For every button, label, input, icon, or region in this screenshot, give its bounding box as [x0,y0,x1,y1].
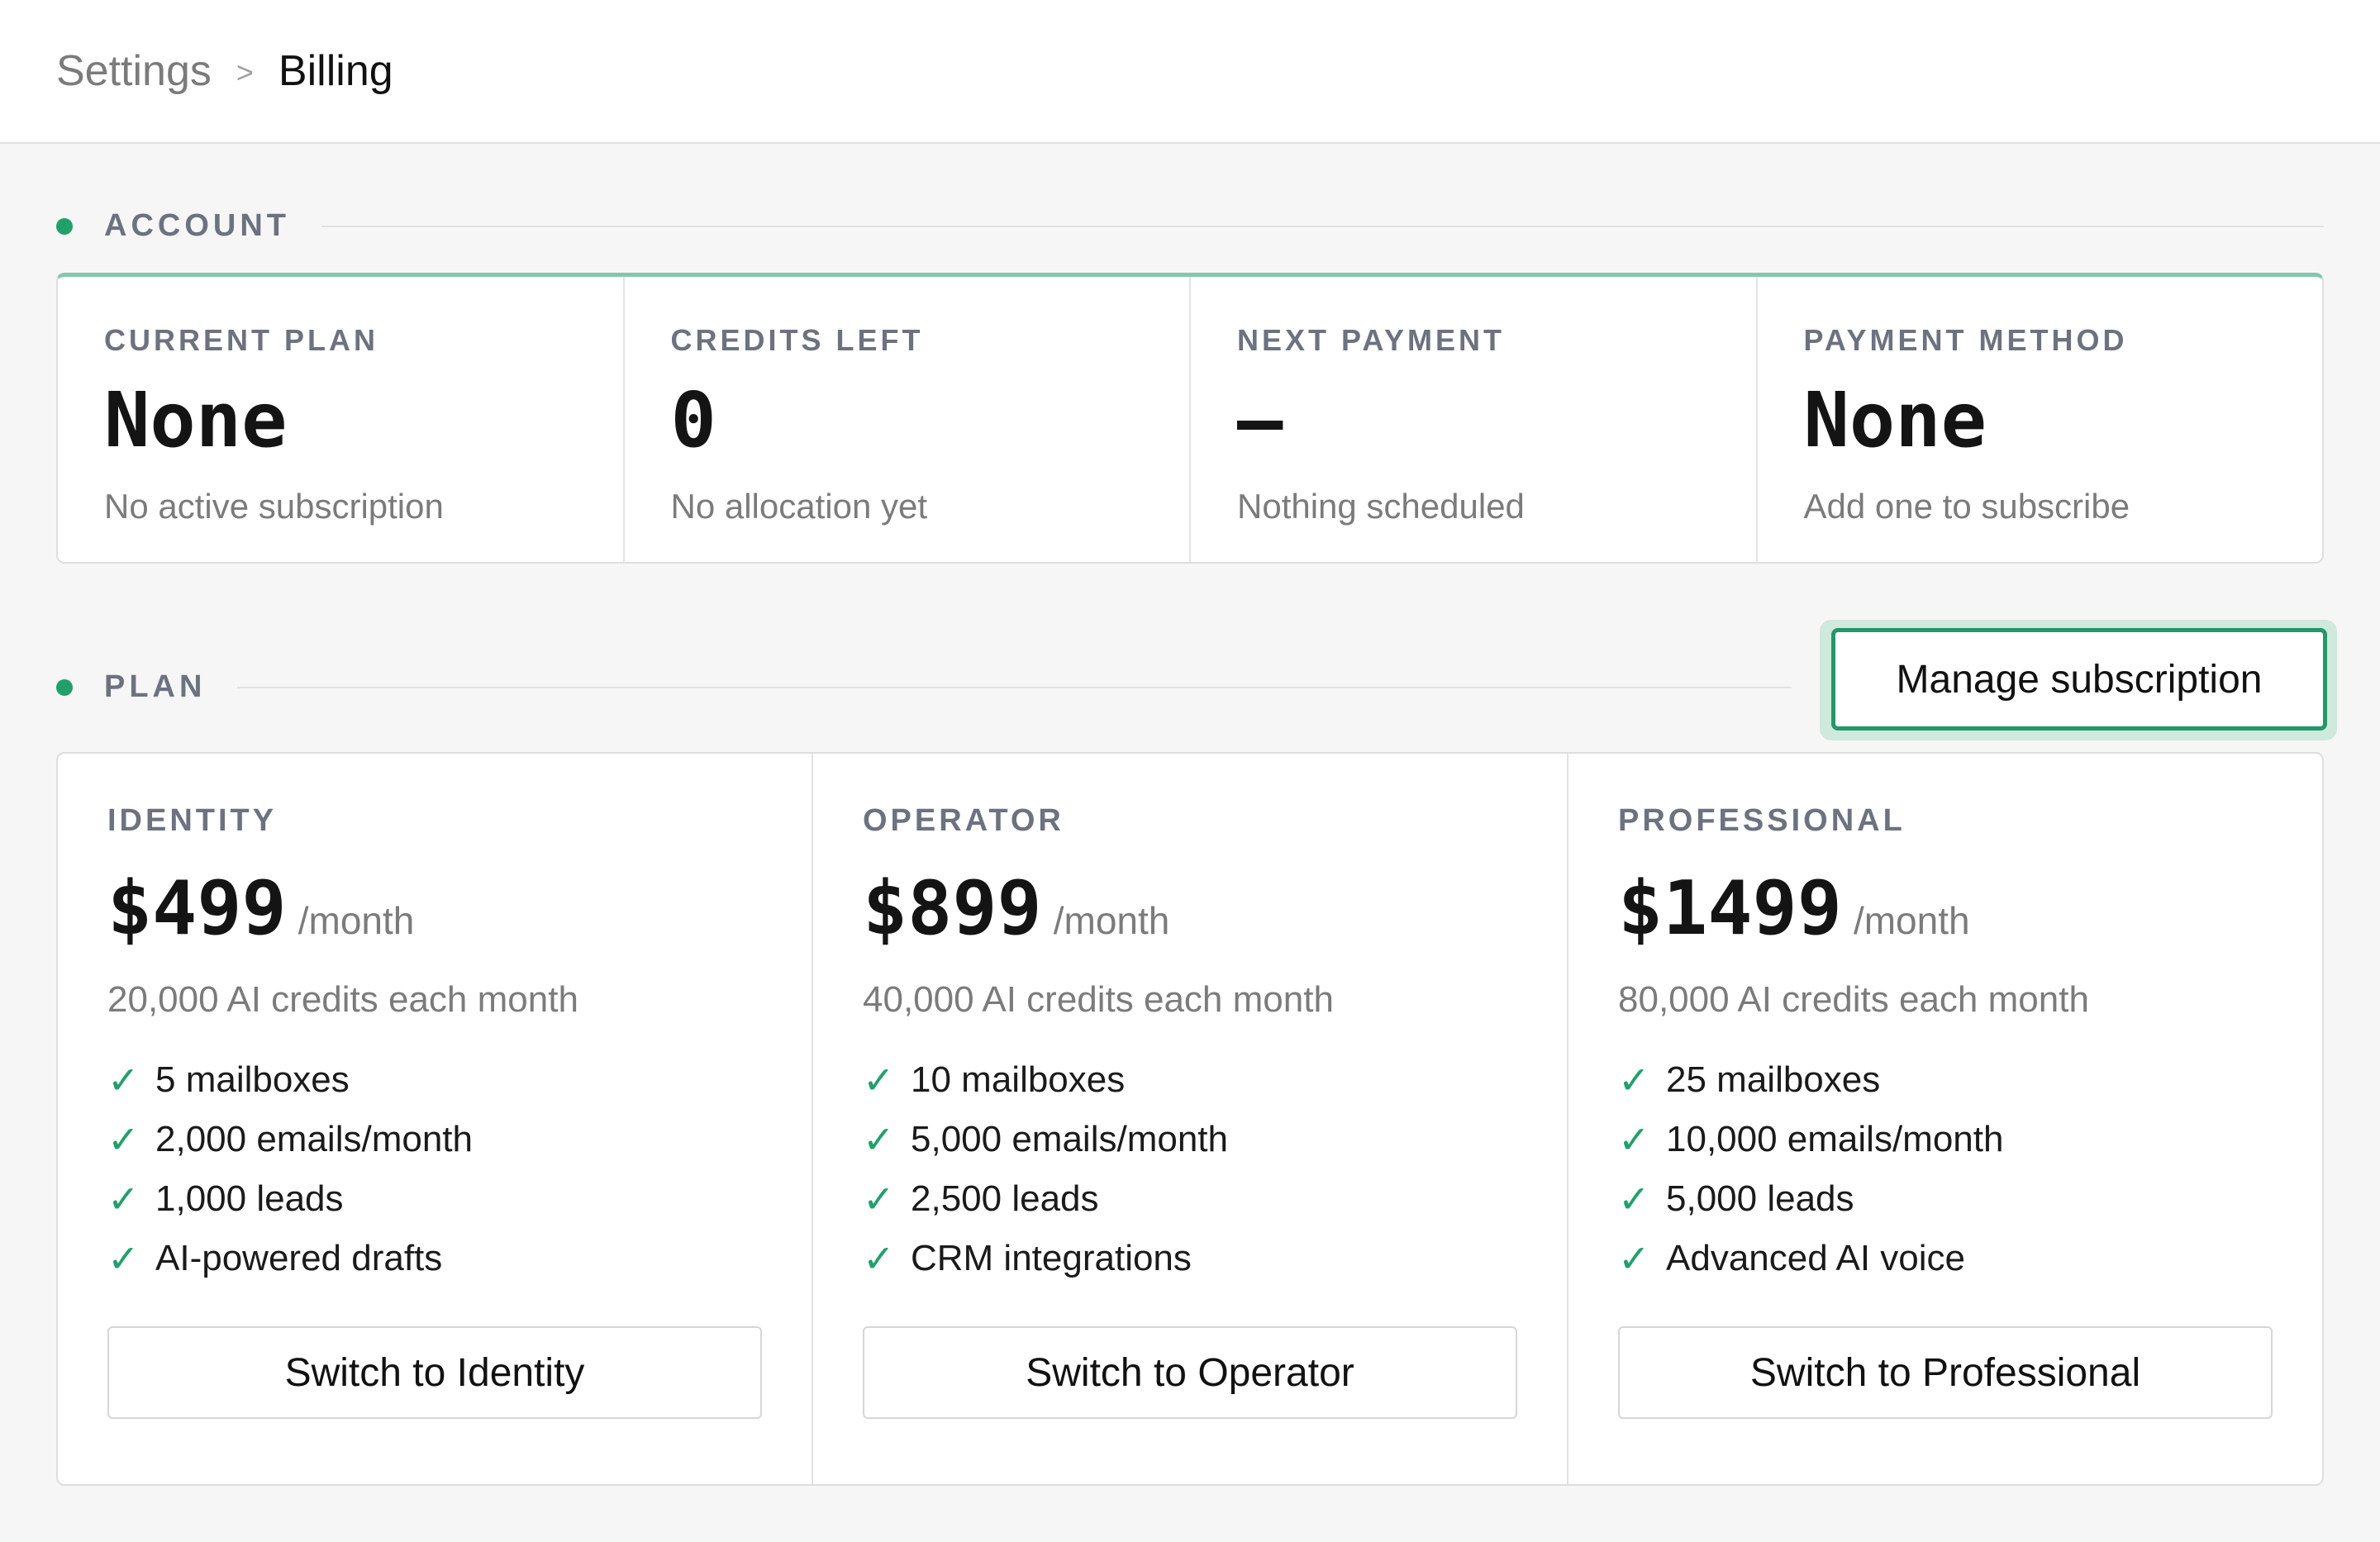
stat-value: 0 [670,376,716,464]
feature-item: ✓ 10 mailboxes [863,1050,1517,1110]
plan-period: /month [1853,899,1970,942]
feature-item: ✓ Advanced AI voice [1618,1229,2273,1288]
check-icon: ✓ [107,1237,140,1280]
stat-credits-left: CREDITS LEFT 0 No allocation yet [625,277,1191,562]
stat-value: None [104,376,288,464]
plans-card: IDENTITY $499 /month 20,000 AI credits e… [56,752,2324,1486]
stat-subtext: Add one to subscribe [1803,487,2130,526]
check-icon: ✓ [1618,1178,1650,1221]
stat-subtext: No allocation yet [670,487,928,526]
plan-section-header: PLAN [56,669,1792,705]
price-row: $899 /month [863,872,1517,946]
check-icon: ✓ [1618,1059,1650,1102]
manage-subscription-focus-ring: Manage subscription [1820,620,2337,740]
plan-credits: 40,000 AI credits each month [863,979,1334,1020]
feature-text: 5 mailboxes [155,1059,350,1100]
plan-section-label: PLAN [104,669,207,704]
switch-to-identity-button[interactable]: Switch to Identity [107,1326,762,1419]
feature-item: ✓ 2,000 emails/month [107,1110,762,1169]
feature-item: ✓ 5,000 emails/month [863,1110,1517,1169]
switch-to-operator-button[interactable]: Switch to Operator [863,1326,1517,1419]
feature-item: ✓ 5,000 leads [1618,1169,2273,1229]
feature-item: ✓ 2,500 leads [863,1169,1517,1229]
stat-next-payment: NEXT PAYMENT — Nothing scheduled [1191,277,1758,562]
stat-label: CREDITS LEFT [670,323,924,357]
feature-item: ✓ 1,000 leads [107,1169,762,1229]
plan-name: PROFESSIONAL [1618,803,1906,838]
plan-professional: PROFESSIONAL $1499 /month 80,000 AI cred… [1568,754,2322,1484]
stat-subtext: Nothing scheduled [1237,487,1525,526]
feature-text: 25 mailboxes [1666,1059,1881,1100]
check-icon: ✓ [1618,1237,1650,1280]
plan-name: IDENTITY [107,803,278,838]
stat-value: None [1803,376,1987,464]
plan-price: $1499 [1618,865,1842,952]
section-divider [321,225,2324,227]
breadcrumb-separator: > [236,55,254,89]
feature-item: ✓ CRM integrations [863,1229,1517,1288]
stat-label: NEXT PAYMENT [1237,323,1506,357]
feature-list: ✓ 5 mailboxes ✓ 2,000 emails/month ✓ 1,000 … [107,1050,762,1288]
check-icon: ✓ [863,1118,895,1161]
feature-list: ✓ 25 mailboxes ✓ 10,000 emails/month ✓ 5,00… [1618,1050,2273,1288]
breadcrumb-settings-link[interactable]: Settings [56,46,212,96]
plan-credits: 80,000 AI credits each month [1618,979,2089,1020]
stat-value: — [1237,376,1283,464]
page-title: Billing [278,47,393,95]
check-icon: ✓ [863,1178,895,1221]
manage-subscription-button[interactable]: Manage subscription [1831,628,2327,731]
feature-list: ✓ 10 mailboxes ✓ 5,000 emails/month ✓ 2,500… [863,1050,1517,1288]
check-icon: ✓ [107,1118,140,1161]
stat-subtext: No active subscription [104,487,444,526]
plan-price: $499 [107,865,287,952]
feature-text: 10 mailboxes [911,1059,1126,1100]
check-icon: ✓ [863,1059,895,1102]
plan-price: $899 [863,865,1042,952]
breadcrumb: Settings > Billing [0,0,2380,144]
check-icon: ✓ [1618,1118,1650,1161]
price-row: $499 /month [107,872,762,946]
stat-label: PAYMENT METHOD [1803,323,2128,357]
plan-credits: 20,000 AI credits each month [107,979,578,1020]
stat-payment-method: PAYMENT METHOD None Add one to subscribe [1758,277,2323,562]
plan-period: /month [1053,899,1170,942]
account-summary-card: CURRENT PLAN None No active subscription… [56,273,2324,564]
feature-text: 10,000 emails/month [1666,1119,2004,1159]
section-divider [237,686,1792,688]
feature-item: ✓ AI-powered drafts [107,1229,762,1288]
stat-label: CURRENT PLAN [104,323,378,357]
section-dot-icon [56,217,73,235]
plan-operator: OPERATOR $899 /month 40,000 AI credits e… [813,754,1568,1484]
feature-text: 2,000 emails/month [155,1119,473,1159]
feature-text: Advanced AI voice [1666,1238,1966,1278]
feature-item: ✓ 10,000 emails/month [1618,1110,2273,1169]
feature-item: ✓ 25 mailboxes [1618,1050,2273,1110]
check-icon: ✓ [107,1059,140,1102]
plan-name: OPERATOR [863,803,1064,838]
price-row: $1499 /month [1618,872,2273,946]
plan-identity: IDENTITY $499 /month 20,000 AI credits e… [58,754,813,1484]
feature-text: CRM integrations [911,1238,1192,1278]
plan-period: /month [298,899,415,942]
feature-text: 2,500 leads [911,1178,1099,1219]
section-dot-icon [56,678,73,696]
account-section-header: ACCOUNT [56,208,2324,244]
check-icon: ✓ [863,1237,895,1280]
feature-item: ✓ 5 mailboxes [107,1050,762,1110]
feature-text: 5,000 leads [1666,1178,1854,1219]
check-icon: ✓ [107,1178,140,1221]
account-section-label: ACCOUNT [104,208,290,243]
feature-text: 1,000 leads [155,1178,344,1219]
feature-text: 5,000 emails/month [911,1119,1228,1159]
switch-to-professional-button[interactable]: Switch to Professional [1618,1326,2273,1419]
feature-text: AI-powered drafts [155,1238,443,1278]
stat-current-plan: CURRENT PLAN None No active subscription [58,277,625,562]
